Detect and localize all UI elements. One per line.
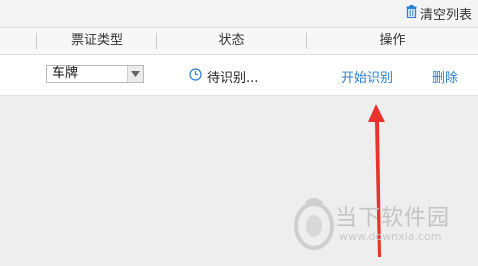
watermark: 当下软件园 www.downxia.com [290, 194, 478, 266]
watermark-name: 当下软件园 [335, 206, 451, 231]
watermark-url: www.downxia.com [339, 230, 442, 243]
watermark-logo-icon [294, 198, 334, 250]
